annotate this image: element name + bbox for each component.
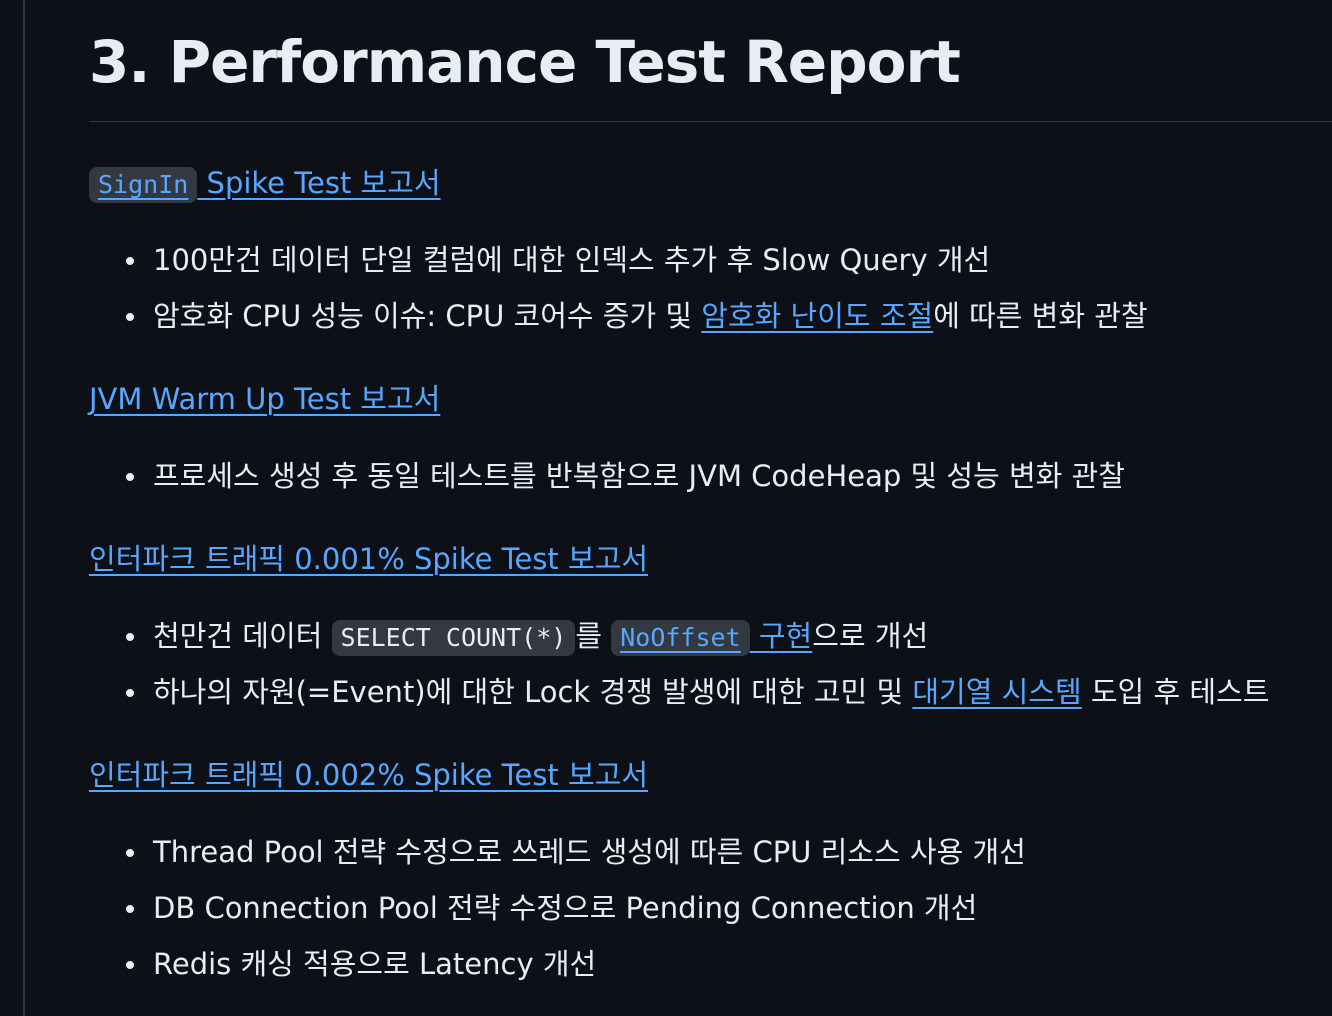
jvm-bullet-list: 프로세스 생성 후 동일 테스트를 반복함으로 JVM CodeHeap 및 성… [123, 456, 1125, 512]
left-border [23, 0, 25, 1016]
jvm-warmup-report-link[interactable]: JVM Warm Up Test 보고서 [89, 376, 440, 418]
list-item: Redis 캐싱 적용으로 Latency 개선 [123, 944, 1026, 1000]
interpark-0002-report-link[interactable]: 인터파크 트래픽 0.002% Spike Test 보고서 [89, 752, 648, 794]
signin-spike-report-link[interactable]: SignIn Spike Test 보고서 [89, 160, 441, 203]
interpark-0001-bullet-list: 천만건 데이터 SELECT COUNT(*) 를 NoOffset 구현으로 개… [123, 616, 1269, 728]
select-count-code: SELECT COUNT(*) [331, 620, 576, 656]
list-item: Thread Pool 전략 수정으로 쓰레드 생성에 따른 CPU 리소스 사… [123, 832, 1026, 888]
list-item: 암호화 CPU 성능 이슈: CPU 코어수 증가 및 암호화 난이도 조절에 … [123, 296, 1148, 352]
markdown-viewer: 3. Performance Test Report SignIn Spike … [0, 0, 1332, 1016]
page-title: 3. Performance Test Report [89, 28, 961, 96]
signin-spike-link-text: Spike Test 보고서 [197, 166, 441, 200]
list-item: 100만건 데이터 단일 컬럼에 대한 인덱스 추가 후 Slow Query … [123, 240, 1148, 296]
nooffset-code: NoOffset [611, 620, 750, 656]
heading-divider [89, 121, 1332, 122]
encryption-difficulty-link[interactable]: 암호화 난이도 조절 [701, 299, 933, 333]
signin-bullet-list: 100만건 데이터 단일 컬럼에 대한 인덱스 추가 후 Slow Query … [123, 240, 1148, 352]
list-item: 하나의 자원(=Event)에 대한 Lock 경쟁 발생에 대한 고민 및 대… [123, 672, 1269, 728]
list-item: 프로세스 생성 후 동일 테스트를 반복함으로 JVM CodeHeap 및 성… [123, 456, 1125, 512]
interpark-0001-report-link[interactable]: 인터파크 트래픽 0.001% Spike Test 보고서 [89, 536, 648, 578]
nooffset-link[interactable]: NoOffset 구현 [611, 619, 812, 656]
list-item: DB Connection Pool 전략 수정으로 Pending Conne… [123, 888, 1026, 944]
queue-system-link[interactable]: 대기열 시스템 [912, 675, 1081, 709]
list-item: 천만건 데이터 SELECT COUNT(*) 를 NoOffset 구현으로 개… [123, 616, 1269, 672]
interpark-0002-bullet-list: Thread Pool 전략 수정으로 쓰레드 생성에 따른 CPU 리소스 사… [123, 832, 1026, 1000]
signin-code-badge: SignIn [89, 167, 198, 203]
